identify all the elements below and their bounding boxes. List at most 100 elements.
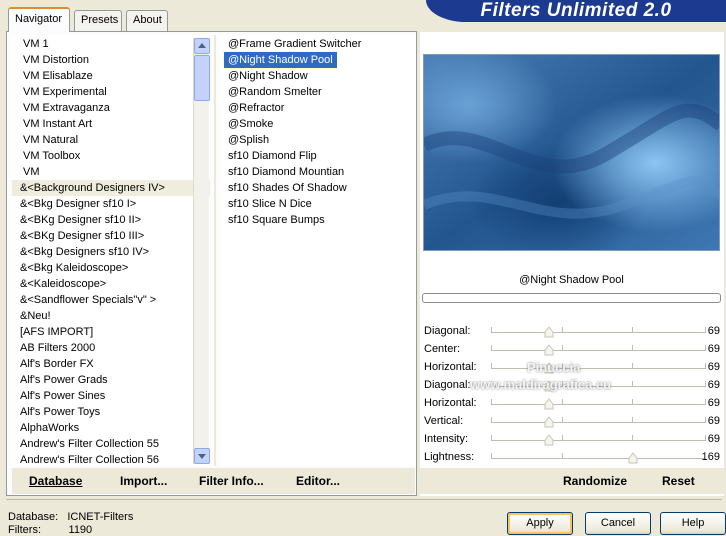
- night-shadow-pool-preview: [424, 55, 719, 250]
- slider-thumb[interactable]: [544, 326, 554, 338]
- filter-item[interactable]: sf10 Diamond Flip: [224, 148, 321, 164]
- cancel-button[interactable]: Cancel: [585, 512, 651, 535]
- slider-tick: [561, 399, 563, 405]
- filter-item[interactable]: sf10 Square Bumps: [224, 212, 329, 228]
- category-item[interactable]: Andrew's Filter Collection 56: [12, 452, 210, 466]
- category-item[interactable]: Alf's Power Grads: [12, 372, 210, 388]
- apply-button[interactable]: Apply: [507, 512, 573, 535]
- slider-thumb[interactable]: [544, 344, 554, 356]
- scroll-down-button[interactable]: [194, 448, 210, 464]
- category-item[interactable]: &<BKg Designer sf10 II>: [12, 212, 210, 228]
- category-item[interactable]: Alf's Power Toys: [12, 404, 210, 420]
- slider-tick: [632, 345, 634, 351]
- filter-item[interactable]: @Random Smelter: [224, 84, 326, 100]
- slider-thumb[interactable]: [628, 452, 638, 464]
- slider-thumb[interactable]: [544, 380, 554, 392]
- slider-thumb[interactable]: [544, 398, 554, 410]
- editor-button-label: Editor...: [296, 474, 341, 488]
- slider-label: Diagonal:: [424, 379, 471, 391]
- category-item[interactable]: VM Experimental: [12, 84, 210, 100]
- tab-navigator[interactable]: Navigator: [8, 7, 70, 32]
- category-item[interactable]: VM Instant Art: [12, 116, 210, 132]
- slider-track[interactable]: [491, 404, 705, 405]
- slider-track[interactable]: [491, 332, 705, 333]
- slider-track[interactable]: [491, 440, 705, 441]
- slider-track[interactable]: [491, 422, 705, 423]
- category-item[interactable]: &<BKg Designer sf10 III>: [12, 228, 210, 244]
- slider-thumb[interactable]: [544, 434, 554, 446]
- slider-value: 69: [707, 415, 720, 427]
- filter-item[interactable]: @Splish: [224, 132, 273, 148]
- slider-thumb[interactable]: [544, 416, 554, 428]
- slider-track[interactable]: [491, 368, 705, 369]
- slider-tick: [561, 453, 563, 459]
- slider-tick: [632, 381, 634, 387]
- scroll-up-button[interactable]: [194, 38, 210, 54]
- category-item[interactable]: [AFS IMPORT]: [12, 324, 210, 340]
- category-item[interactable]: VM Extravaganza: [12, 100, 210, 116]
- slider-row: Horizontal: 69: [421, 360, 722, 378]
- slider-thumb[interactable]: [544, 362, 554, 374]
- filter-item[interactable]: @Frame Gradient Switcher: [224, 36, 365, 52]
- slider-tick: [705, 453, 706, 459]
- category-item[interactable]: VM Elisablaze: [12, 68, 210, 84]
- category-item[interactable]: VM Natural: [12, 132, 210, 148]
- slider-tick: [561, 381, 563, 387]
- category-item[interactable]: Alf's Border FX: [12, 356, 210, 372]
- editor-button[interactable]: Editor...: [296, 474, 340, 488]
- category-item[interactable]: &<Bkg Designer sf10 I>: [12, 196, 210, 212]
- slider-tick: [705, 363, 706, 369]
- category-item[interactable]: VM Distortion: [12, 52, 210, 68]
- slider-tick: [705, 345, 706, 351]
- slider-tick: [632, 327, 634, 333]
- category-item[interactable]: VM 1: [12, 36, 210, 52]
- slider-row: Horizontal: 69: [421, 396, 722, 414]
- footer-divider: [6, 499, 722, 500]
- slider-label: Intensity:: [424, 433, 469, 445]
- category-item[interactable]: &<Sandflower Specials"v" >: [12, 292, 210, 308]
- slider-track[interactable]: [491, 458, 705, 459]
- tab-presets[interactable]: Presets: [74, 10, 122, 31]
- category-item[interactable]: AB Filters 2000: [12, 340, 210, 356]
- category-item[interactable]: &Neu!: [12, 308, 210, 324]
- category-item[interactable]: VM: [12, 164, 210, 180]
- filter-item[interactable]: sf10 Slice N Dice: [224, 196, 316, 212]
- slider-tick: [561, 363, 563, 369]
- tab-about[interactable]: About: [126, 10, 168, 31]
- slider-tick: [491, 363, 492, 369]
- help-button[interactable]: Help: [660, 512, 726, 535]
- filter-item[interactable]: @Night Shadow Pool: [223, 51, 338, 69]
- slider-track[interactable]: [491, 386, 705, 387]
- randomize-button[interactable]: Randomize: [563, 474, 627, 488]
- category-item[interactable]: AlphaWorks: [12, 420, 210, 436]
- reset-button-label: Reset: [662, 474, 695, 488]
- category-scrollbar[interactable]: [193, 38, 210, 464]
- category-item[interactable]: &<Kaleidoscope>: [12, 276, 210, 292]
- tab-about-label: About: [133, 14, 162, 26]
- category-item[interactable]: &<Bkg Designers sf10 IV>: [12, 244, 210, 260]
- category-list[interactable]: VM 1 VM Distortion VM Elisablaze VM Experim…: [12, 35, 210, 466]
- category-item[interactable]: Alf's Power Sines: [12, 388, 210, 404]
- scroll-thumb[interactable]: [194, 55, 210, 101]
- category-item[interactable]: VM Toolbox: [12, 148, 210, 164]
- filter-info-button[interactable]: Filter Info...: [199, 474, 264, 488]
- slider-tick: [491, 381, 492, 387]
- database-button[interactable]: Database: [29, 474, 82, 488]
- category-item[interactable]: &<Bkg Kaleidoscope>: [12, 260, 210, 276]
- category-item[interactable]: Andrew's Filter Collection 55: [12, 436, 210, 452]
- filter-item[interactable]: @Smoke: [224, 116, 277, 132]
- selected-filter-name: @Night Shadow Pool: [519, 274, 624, 286]
- category-item[interactable]: &<Background Designers IV>: [12, 180, 210, 196]
- slider-track[interactable]: [491, 350, 705, 351]
- filter-item[interactable]: @Night Shadow: [224, 68, 312, 84]
- filter-info-button-label: Filter Info...: [199, 474, 264, 488]
- slider-tick: [561, 345, 563, 351]
- filter-item[interactable]: sf10 Shades Of Shadow: [224, 180, 351, 196]
- slider-row: Center: 69: [421, 342, 722, 360]
- reset-button[interactable]: Reset: [662, 474, 695, 488]
- filter-item[interactable]: @Refractor: [224, 100, 288, 116]
- filter-list[interactable]: @Frame Gradient Switcher @Night Shadow Po…: [220, 35, 416, 466]
- slider-tick: [632, 399, 634, 405]
- import-button[interactable]: Import...: [120, 474, 167, 488]
- filter-item[interactable]: sf10 Diamond Mountian: [224, 164, 348, 180]
